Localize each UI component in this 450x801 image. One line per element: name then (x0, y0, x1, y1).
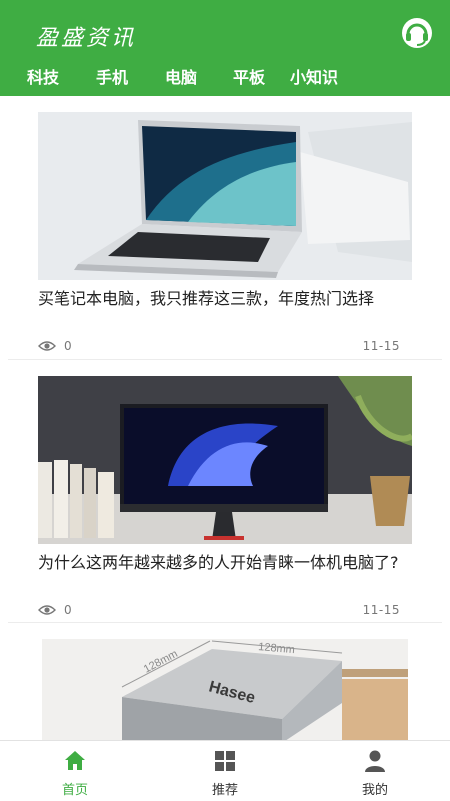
nav-recommend[interactable]: 推荐 (185, 741, 265, 801)
nav-profile-label: 我的 (361, 783, 388, 798)
nav-home-label: 首页 (61, 783, 88, 798)
all-in-one-pc-photo[interactable] (38, 376, 412, 544)
divider (8, 359, 442, 360)
laptop-photo[interactable] (38, 112, 412, 280)
nav-profile[interactable]: 我的 (335, 741, 415, 801)
view-count: 0 (64, 603, 72, 617)
nav-recommend-label: 推荐 (211, 783, 238, 798)
tab-tablet[interactable]: 平板 (233, 64, 265, 88)
tab-tips[interactable]: 小知识 (290, 64, 338, 88)
article-title[interactable]: 买笔记本电脑，我只推荐这三款，年度热门选择 (38, 286, 412, 312)
home-icon (65, 751, 85, 770)
nav-home[interactable]: 首页 (35, 741, 115, 801)
publish-date: 11-15 (362, 339, 400, 353)
headset-icon[interactable] (400, 16, 434, 50)
eye-icon (38, 605, 56, 615)
article-meta: 0 11-15 (38, 338, 400, 356)
grid-icon (215, 751, 235, 771)
article-title[interactable]: 为什么这两年越来越多的人开始青睐一体机电脑了? (38, 550, 412, 576)
article-feed[interactable]: 买笔记本电脑，我只推荐这三款，年度热门选择 0 11-15 为什么这两年越来越多… (0, 96, 450, 740)
app-title: 盈盛资讯 (36, 26, 137, 51)
bottom-navigation: 首页 推荐 我的 (0, 740, 450, 801)
eye-icon (38, 341, 56, 351)
tab-tech[interactable]: 科技 (27, 64, 59, 88)
article-meta: 0 11-15 (38, 602, 400, 620)
publish-date: 11-15 (362, 603, 400, 617)
tab-phone[interactable]: 手机 (96, 64, 128, 88)
mini-pc-photo[interactable]: 128mm 128mm Hasee (42, 639, 408, 740)
app-header: 盈盛资讯 科技 手机 电脑 平板 小知识 (0, 0, 450, 96)
tab-computer[interactable]: 电脑 (165, 64, 197, 88)
divider (8, 622, 442, 623)
user-icon (365, 750, 385, 772)
view-count: 0 (64, 339, 72, 353)
